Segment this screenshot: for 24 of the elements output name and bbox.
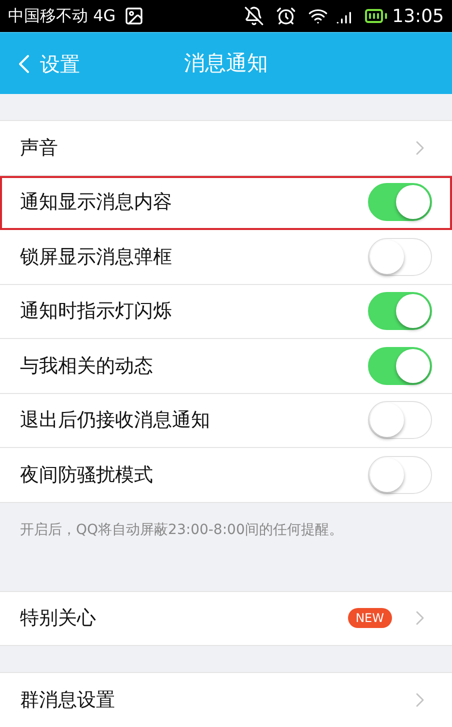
setting-label: 退出后仍接收消息通知 bbox=[20, 408, 211, 433]
image-icon bbox=[124, 6, 144, 26]
setting-label: 群消息设置 bbox=[20, 688, 116, 712]
carrier-text: 中国移不动 4G bbox=[8, 5, 116, 27]
new-badge: NEW bbox=[348, 608, 392, 628]
setting-label: 通知时指示灯闪烁 bbox=[20, 299, 173, 324]
toggle-switch[interactable] bbox=[368, 292, 432, 330]
toggle-switch[interactable] bbox=[368, 401, 432, 440]
setting-label: 声音 bbox=[20, 136, 59, 160]
setting-label: 锁屏显示消息弹框 bbox=[20, 244, 173, 270]
toggle-switch[interactable] bbox=[368, 456, 432, 494]
page-title: 消息通知 bbox=[184, 50, 268, 77]
toggle-switch[interactable] bbox=[368, 183, 432, 222]
alarm-clock-icon bbox=[276, 6, 296, 26]
setting-label: 夜间防骚扰模式 bbox=[20, 462, 154, 488]
clock-text: 13:05 bbox=[392, 4, 444, 28]
setting-label: 通知显示消息内容 bbox=[20, 190, 173, 215]
toggle-switch[interactable] bbox=[368, 238, 432, 276]
setting-label: 特别关心 bbox=[20, 606, 97, 631]
hint-text: 开启后，QQ将自动屏蔽23:00-8:00间的任何提醒。 bbox=[20, 522, 343, 538]
setting-label: 与我相关的动态 bbox=[20, 354, 154, 378]
back-button[interactable]: 设置 bbox=[0, 48, 80, 80]
toggle-switch[interactable] bbox=[368, 346, 432, 385]
bell-off-icon bbox=[244, 6, 264, 26]
